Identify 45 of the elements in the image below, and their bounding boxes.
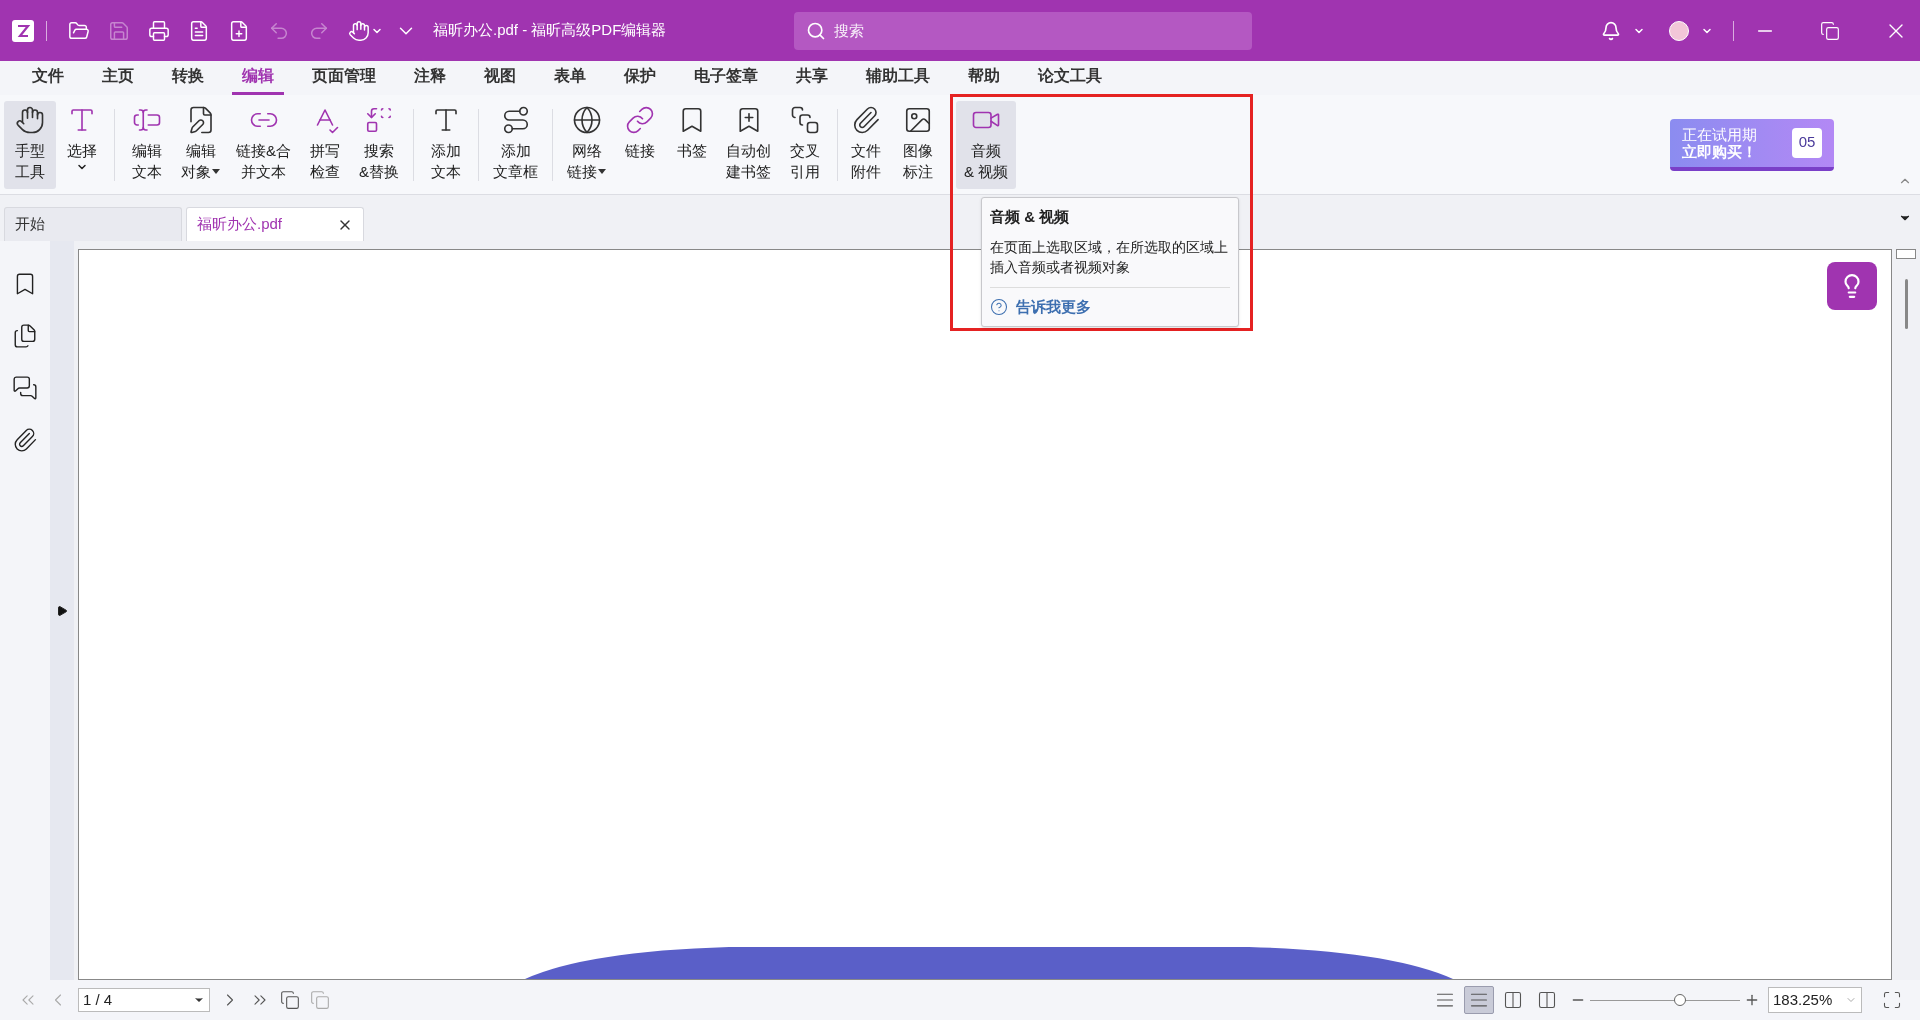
- menu-tab[interactable]: 电子签章: [684, 64, 768, 95]
- document-tab[interactable]: 福昕办公.pdf: [186, 207, 364, 241]
- trial-badge[interactable]: 正在试用期 立即购买！ 05: [1670, 118, 1834, 171]
- ribbon-button[interactable]: 图像 标注: [892, 100, 945, 189]
- ribbon-button[interactable]: 自动创 建书签: [718, 100, 780, 189]
- tab-label: 福昕办公.pdf: [197, 214, 283, 235]
- ribbon-button[interactable]: 编辑 文本: [121, 100, 173, 189]
- ribbon-button[interactable]: 文件 附件: [840, 100, 893, 189]
- menu-tab[interactable]: 辅助工具: [856, 64, 940, 95]
- ribbon-button[interactable]: 选择: [56, 100, 108, 189]
- menu-tab[interactable]: 帮助: [958, 64, 1010, 95]
- tab-label: 开始: [15, 214, 45, 235]
- ribbon-button[interactable]: 搜索 &替换: [351, 100, 408, 189]
- menu-tab[interactable]: 共享: [786, 64, 838, 95]
- menu-tab[interactable]: 表单: [544, 64, 596, 95]
- page-field[interactable]: 1 / 4: [78, 988, 210, 1012]
- tooltip-title: 音频 & 视频: [990, 207, 1071, 227]
- menu-tab[interactable]: 论文工具: [1028, 64, 1112, 95]
- menu-tab[interactable]: 主页: [92, 64, 144, 95]
- ribbon-button[interactable]: 添加 文章框: [485, 100, 547, 189]
- ribbon-button[interactable]: 添加 文本: [420, 100, 473, 189]
- ribbon-button[interactable]: 链接&合 并文本: [228, 100, 299, 189]
- menu-tab[interactable]: 转换: [162, 64, 214, 95]
- ribbon-button[interactable]: 编辑 对象: [173, 100, 228, 189]
- menu-tab[interactable]: 注释: [404, 64, 456, 95]
- tooltip-text: 在页面上选取区域，在所选取的区域上插入音频或者视频对象: [990, 237, 1229, 277]
- ribbon-button[interactable]: 拼写 检查: [299, 100, 351, 189]
- learn-more-link[interactable]: 告诉我更多: [1016, 295, 1091, 318]
- trial-status: 正在试用期: [1682, 125, 1757, 143]
- zoom-field[interactable]: 183.25%: [1768, 987, 1862, 1013]
- days-counter: 05: [1792, 127, 1822, 158]
- window-title: 福昕办公.pdf - 福昕高级PDF编辑器: [433, 20, 667, 41]
- ribbon-button[interactable]: 音频 & 视频: [956, 100, 1017, 189]
- menu-tab[interactable]: 文件: [22, 64, 74, 95]
- ribbon-button[interactable]: 书签: [666, 100, 719, 189]
- document-tab[interactable]: 开始: [4, 207, 182, 241]
- buy-now-label: 立即购买！: [1682, 142, 1757, 160]
- menu-tab[interactable]: 页面管理: [302, 64, 386, 95]
- ribbon-button[interactable]: 链接: [614, 100, 667, 189]
- ribbon-button[interactable]: 手型 工具: [4, 100, 56, 189]
- ribbon-button[interactable]: 交叉 引用: [779, 100, 832, 189]
- ribbon-button[interactable]: 网络 链接: [559, 100, 615, 189]
- search-field[interactable]: 搜索: [794, 11, 1253, 50]
- menu-tab[interactable]: 视图: [474, 64, 526, 95]
- menu-tab[interactable]: 保护: [614, 64, 666, 95]
